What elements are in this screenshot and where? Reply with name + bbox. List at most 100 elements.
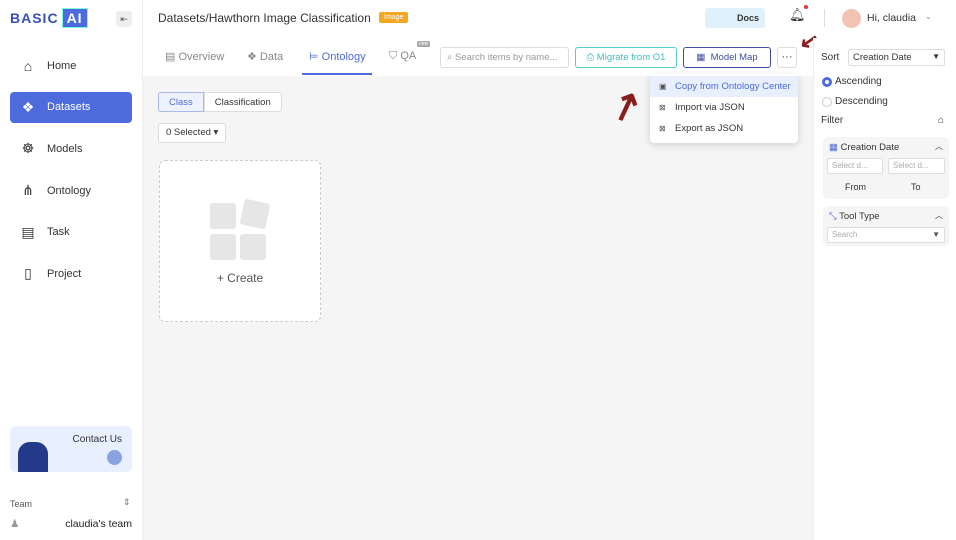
sidebar-item-project[interactable]: ▯ Project (10, 258, 132, 289)
chevron-down-icon[interactable]: ⌄ (925, 12, 932, 21)
docs-label: Docs (736, 13, 759, 23)
avatar[interactable] (842, 9, 861, 28)
chevron-up-icon[interactable]: ︿ (935, 210, 943, 221)
classification-toggle[interactable]: Classification (203, 92, 282, 112)
more-button[interactable]: ··· (777, 47, 797, 68)
new-badge: new (417, 41, 431, 47)
datasets-icon: ❖ (21, 98, 35, 115)
migrate-button[interactable]: ⎙ Migrate from O1 (575, 47, 677, 68)
search-input[interactable]: ⌕ Search items by name... (440, 47, 569, 68)
sidebar-item-label: Project (47, 267, 82, 280)
user-greeting[interactable]: Hi, claudia (867, 12, 916, 24)
panel-title: Creation Date (840, 142, 900, 153)
tab-bar: ▤ Overview ❖ Data ⊨ Ontology ⛉ QA new ⌕ … (143, 38, 813, 76)
tool-type-select[interactable]: Search ▼ (827, 227, 945, 243)
tab-data[interactable]: ❖ Data (247, 50, 283, 63)
caret-down-icon: ▼ (932, 52, 940, 61)
descending-radio[interactable]: Descending (822, 96, 888, 107)
create-class-card[interactable]: + Create (159, 160, 321, 322)
sort-filter-panel: Sort Creation Date ▼ Ascending Descending… (813, 38, 956, 540)
menu-item-label: Export as JSON (675, 123, 744, 134)
clipboard-icon: ▤ (21, 223, 35, 240)
chevron-up-icon[interactable]: ︿ (935, 141, 943, 152)
team-label: Team (10, 499, 33, 509)
to-label: To (911, 182, 921, 192)
team-name: claudia's team (65, 518, 132, 530)
tool-placeholder: Search (832, 230, 858, 239)
import-icon: ⊠ (659, 103, 666, 112)
notification-dot (804, 5, 808, 9)
docs-button[interactable]: Docs (705, 8, 765, 28)
date-from-input[interactable]: Select d... (827, 158, 883, 174)
sidebar-item-models[interactable]: ☸ Models (10, 133, 132, 164)
tool-icon: ⤡ (829, 211, 837, 222)
active-tab-underline (302, 73, 372, 75)
breadcrumb: Datasets/Hawthorn Image Classification (158, 11, 371, 25)
panel-title: Tool Type (839, 211, 880, 222)
brain-icon: ☸ (21, 140, 35, 157)
class-toggle[interactable]: Class (158, 92, 204, 112)
collapse-sidebar-button[interactable]: ⇤ (116, 11, 132, 27)
logo-ai: AI (61, 8, 88, 28)
header: Datasets/Hawthorn Image Classification I… (143, 0, 956, 38)
sidebar-item-label: Datasets (47, 101, 91, 114)
sort-label: Sort (821, 52, 840, 63)
from-label: From (845, 182, 866, 192)
ascending-radio[interactable]: Ascending (822, 76, 882, 87)
tab-overview[interactable]: ▤ Overview (165, 50, 224, 63)
nav: ⌂ Home ❖ Datasets ☸ Models ⋔ Ontology ▤ Task … (10, 50, 132, 300)
sidebar-item-label: Home (47, 59, 77, 72)
sidebar-item-label: Ontology (47, 184, 92, 197)
placeholder-tile (210, 203, 236, 229)
sidebar-item-task[interactable]: ▤ Task (10, 217, 132, 248)
date-to-input[interactable]: Select d... (888, 158, 945, 174)
selected-dropdown[interactable]: 0 Selected ▾ (158, 123, 227, 143)
caret-down-icon: ▼ (932, 230, 940, 239)
logo[interactable]: BASIC AI (10, 8, 88, 28)
menu-item-export-json[interactable]: ⊠ Export as JSON (650, 118, 798, 139)
placeholder-tile (240, 234, 266, 260)
clear-filter-icon[interactable]: ⌂ (938, 115, 944, 126)
create-label: + Create (216, 271, 264, 285)
class-type-toggle: Class Classification (158, 92, 282, 112)
placeholder-tile (239, 198, 271, 230)
model-map-label: Model Map (710, 52, 758, 63)
team-icon: ♟ (10, 518, 20, 530)
radio-label: Ascending (835, 76, 882, 87)
file-icon: ▯ (24, 265, 32, 282)
tool-type-filter: ⤡ Tool Type ︿ Search ▼ (823, 206, 949, 246)
team-selector[interactable]: ♟ claudia's team (10, 518, 132, 530)
placeholder-tile (210, 234, 236, 260)
contact-us-card[interactable]: Contact Us (10, 426, 132, 472)
main-content: Class Classification 0 Selected ▾ + Crea… (143, 76, 813, 540)
sort-select[interactable]: Creation Date ▼ (848, 49, 945, 66)
search-placeholder: Search items by name... (454, 52, 558, 63)
tab-qa[interactable]: ⛉ QA (389, 50, 416, 63)
panel-header[interactable]: ▦ Creation Date (829, 142, 899, 153)
sort-value: Creation Date (853, 52, 912, 63)
support-illustration (18, 442, 48, 472)
menu-item-label: Import via JSON (675, 102, 745, 113)
filter-label: Filter (821, 115, 844, 126)
model-map-button[interactable]: ▦ Model Map (683, 47, 771, 68)
hierarchy-icon: ⋔ (22, 182, 34, 199)
sidebar-item-ontology[interactable]: ⋔ Ontology (10, 175, 132, 206)
panel-header[interactable]: ⤡ Tool Type (829, 211, 880, 222)
sidebar-item-home[interactable]: ⌂ Home (10, 50, 132, 81)
bell-icon[interactable]: 🔔︎ (789, 7, 806, 23)
sidebar: BASIC AI ⇤ ⌂ Home ❖ Datasets ☸ Models ⋔ Ontol… (0, 0, 143, 540)
sidebar-item-datasets[interactable]: ❖ Datasets (10, 91, 132, 123)
tab-label: Data (259, 51, 284, 63)
copy-icon: ▣ (659, 82, 667, 91)
contact-us-label: Contact Us (72, 434, 122, 445)
menu-item-import-json[interactable]: ⊠ Import via JSON (650, 97, 798, 118)
home-icon: ⌂ (23, 57, 33, 74)
radio-label: Descending (835, 96, 888, 107)
logo-text: BASIC (10, 10, 59, 26)
menu-item-label: Copy from Ontology Center (675, 81, 791, 92)
team-switch-icon[interactable]: ⇕ (123, 497, 131, 508)
selected-count: 0 Selected (166, 127, 211, 138)
menu-item-copy-from-ontology-center[interactable]: ▣ Copy from Ontology Center (650, 76, 798, 97)
tab-ontology[interactable]: ⊨ Ontology (309, 50, 366, 63)
creation-date-filter: ▦ Creation Date ︿ Select d... Select d..… (823, 137, 949, 199)
